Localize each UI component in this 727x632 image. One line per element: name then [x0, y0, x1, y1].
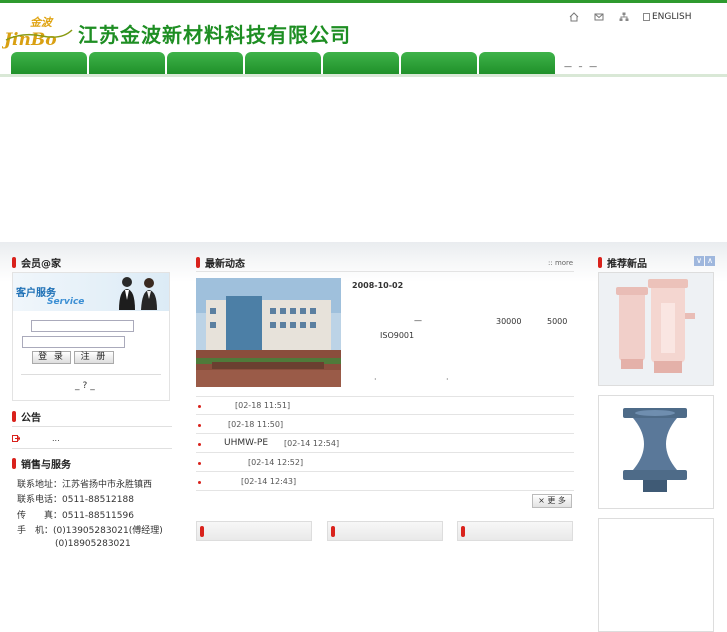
service-en-label: Service	[47, 297, 85, 307]
notice-section-title: 公告	[12, 409, 41, 424]
top-links: ENGLISH	[568, 11, 692, 23]
nav-tab-6[interactable]	[401, 52, 477, 75]
english-link-label: ENGLISH	[652, 12, 692, 22]
nav-tab-7[interactable]	[479, 52, 555, 75]
bottom-box-1[interactable]	[196, 521, 312, 541]
bullet-icon	[198, 481, 201, 484]
bullet-icon	[198, 443, 201, 446]
bullet-icon	[198, 424, 201, 427]
product-card-1[interactable]	[598, 272, 714, 386]
products-title-text: 推荐新品	[607, 259, 647, 270]
title-marker	[12, 458, 16, 469]
service-people-icon	[119, 277, 157, 310]
news-title-divider	[196, 271, 574, 272]
title-marker	[200, 526, 204, 537]
title-marker	[12, 257, 16, 268]
flag-icon	[643, 13, 650, 21]
news-item-time: [02-14 12:52]	[248, 458, 304, 467]
news-item-time: [02-18 11:51]	[235, 401, 291, 410]
scroll-down-icon[interactable]: ∨	[694, 256, 704, 266]
product-card-2[interactable]	[598, 395, 714, 509]
title-marker	[598, 257, 602, 268]
news-list-item[interactable]: [02-14 12:52]	[196, 453, 574, 472]
news-more-link[interactable]: :: more	[548, 259, 573, 267]
customer-service-banner[interactable]: 客户服务 Service	[13, 273, 169, 311]
product-card-3[interactable]	[598, 518, 714, 632]
notice-title-text: 公告	[21, 413, 41, 424]
factory-photo[interactable]	[196, 278, 341, 387]
register-button[interactable]: 注 册	[74, 351, 114, 364]
bottom-box-2[interactable]	[327, 521, 443, 541]
bullet-icon	[198, 405, 201, 408]
password-input[interactable]	[22, 336, 125, 348]
product-scroll-arrows: ∨ ∧	[694, 256, 715, 266]
notice-divider-top	[12, 426, 172, 427]
featured-text-30000: 30000	[496, 317, 522, 326]
scroll-up-icon[interactable]: ∧	[705, 256, 715, 266]
nav-tab-1[interactable]	[11, 52, 87, 75]
company-name: 江苏金波新材料科技有限公司	[78, 23, 351, 47]
news-section-title: 最新动态	[196, 255, 245, 270]
news-more-button[interactable]: × 更 多	[532, 494, 572, 508]
sales-title-text: 销售与服务	[21, 460, 71, 471]
news-list-item[interactable]: UHMW-PE [02-14 12:54]	[196, 434, 574, 453]
svg-text:金波: 金波	[30, 16, 54, 29]
contact-address: 联系地址：江苏省扬中市永胜镇西	[17, 480, 153, 490]
bullet-icon	[198, 462, 201, 465]
top-accent-line	[0, 0, 727, 3]
notice-item[interactable]: ...	[52, 434, 60, 443]
contact-mobile-2: (0)18905283021	[55, 539, 131, 549]
nav-tab-2[interactable]	[89, 52, 165, 75]
news-item-time: [02-14 12:43]	[241, 477, 297, 486]
title-marker	[196, 257, 200, 268]
notice-arrow-icon	[12, 435, 20, 442]
news-list-item[interactable]: [02-14 12:43]	[196, 472, 574, 491]
bottom-box-3[interactable]	[457, 521, 573, 541]
nav-extra-text: — – —	[564, 62, 600, 71]
featured-text-dot-2: ·	[446, 375, 449, 384]
news-list: [02-18 11:51] [02-18 11:50] UHMW-PE [02-…	[196, 396, 574, 491]
featured-text-dot-1: ·	[374, 375, 377, 384]
news-item-time: [02-18 11:50]	[228, 420, 284, 429]
featured-news-date: 2008-10-02	[352, 281, 404, 290]
english-link[interactable]: ENGLISH	[643, 12, 692, 22]
products-section-title: 推荐新品	[598, 255, 647, 270]
news-title-text: 最新动态	[205, 259, 245, 270]
title-marker	[331, 526, 335, 537]
nav-tab-3[interactable]	[167, 52, 243, 75]
company-logo[interactable]: 金波 JinBo	[2, 14, 74, 50]
contact-mobile: 手 机：(0)13905283021(傅经理)	[17, 526, 163, 536]
home-icon[interactable]	[568, 11, 580, 23]
sales-section-title: 销售与服务	[12, 456, 71, 471]
news-list-item[interactable]: [02-18 11:50]	[196, 415, 574, 434]
login-button[interactable]: 登 录	[32, 351, 71, 364]
contact-fax: 传 真：0511-88511596	[17, 511, 134, 521]
news-item-time: [02-14 12:54]	[284, 439, 340, 448]
nav-tab-5[interactable]	[323, 52, 399, 75]
sitemap-icon[interactable]	[618, 11, 630, 23]
banner-area	[0, 77, 727, 242]
member-section-title: 会员@家	[12, 255, 61, 270]
news-list-item[interactable]: [02-18 11:51]	[196, 396, 574, 415]
main-nav	[11, 52, 555, 75]
login-divider	[21, 374, 161, 375]
news-item-title[interactable]: UHMW-PE	[224, 438, 268, 448]
notice-divider-bottom	[12, 448, 172, 449]
username-input[interactable]	[31, 320, 134, 332]
product-valve-image	[599, 396, 713, 508]
title-marker	[461, 526, 465, 537]
logo-wordmark: JinBo	[2, 30, 57, 50]
forgot-password-link[interactable]: _?_	[75, 381, 98, 391]
featured-text-dash: —	[414, 316, 422, 325]
product-filter-image	[599, 273, 713, 385]
mail-icon[interactable]	[593, 11, 605, 23]
contact-phone: 联系电话：0511-88512188	[17, 495, 134, 505]
member-title-text: 会员@家	[21, 259, 61, 270]
featured-text-iso: ISO9001	[380, 331, 415, 340]
title-marker	[12, 411, 16, 422]
featured-text-5000: 5000	[547, 317, 568, 326]
nav-tab-4[interactable]	[245, 52, 321, 75]
